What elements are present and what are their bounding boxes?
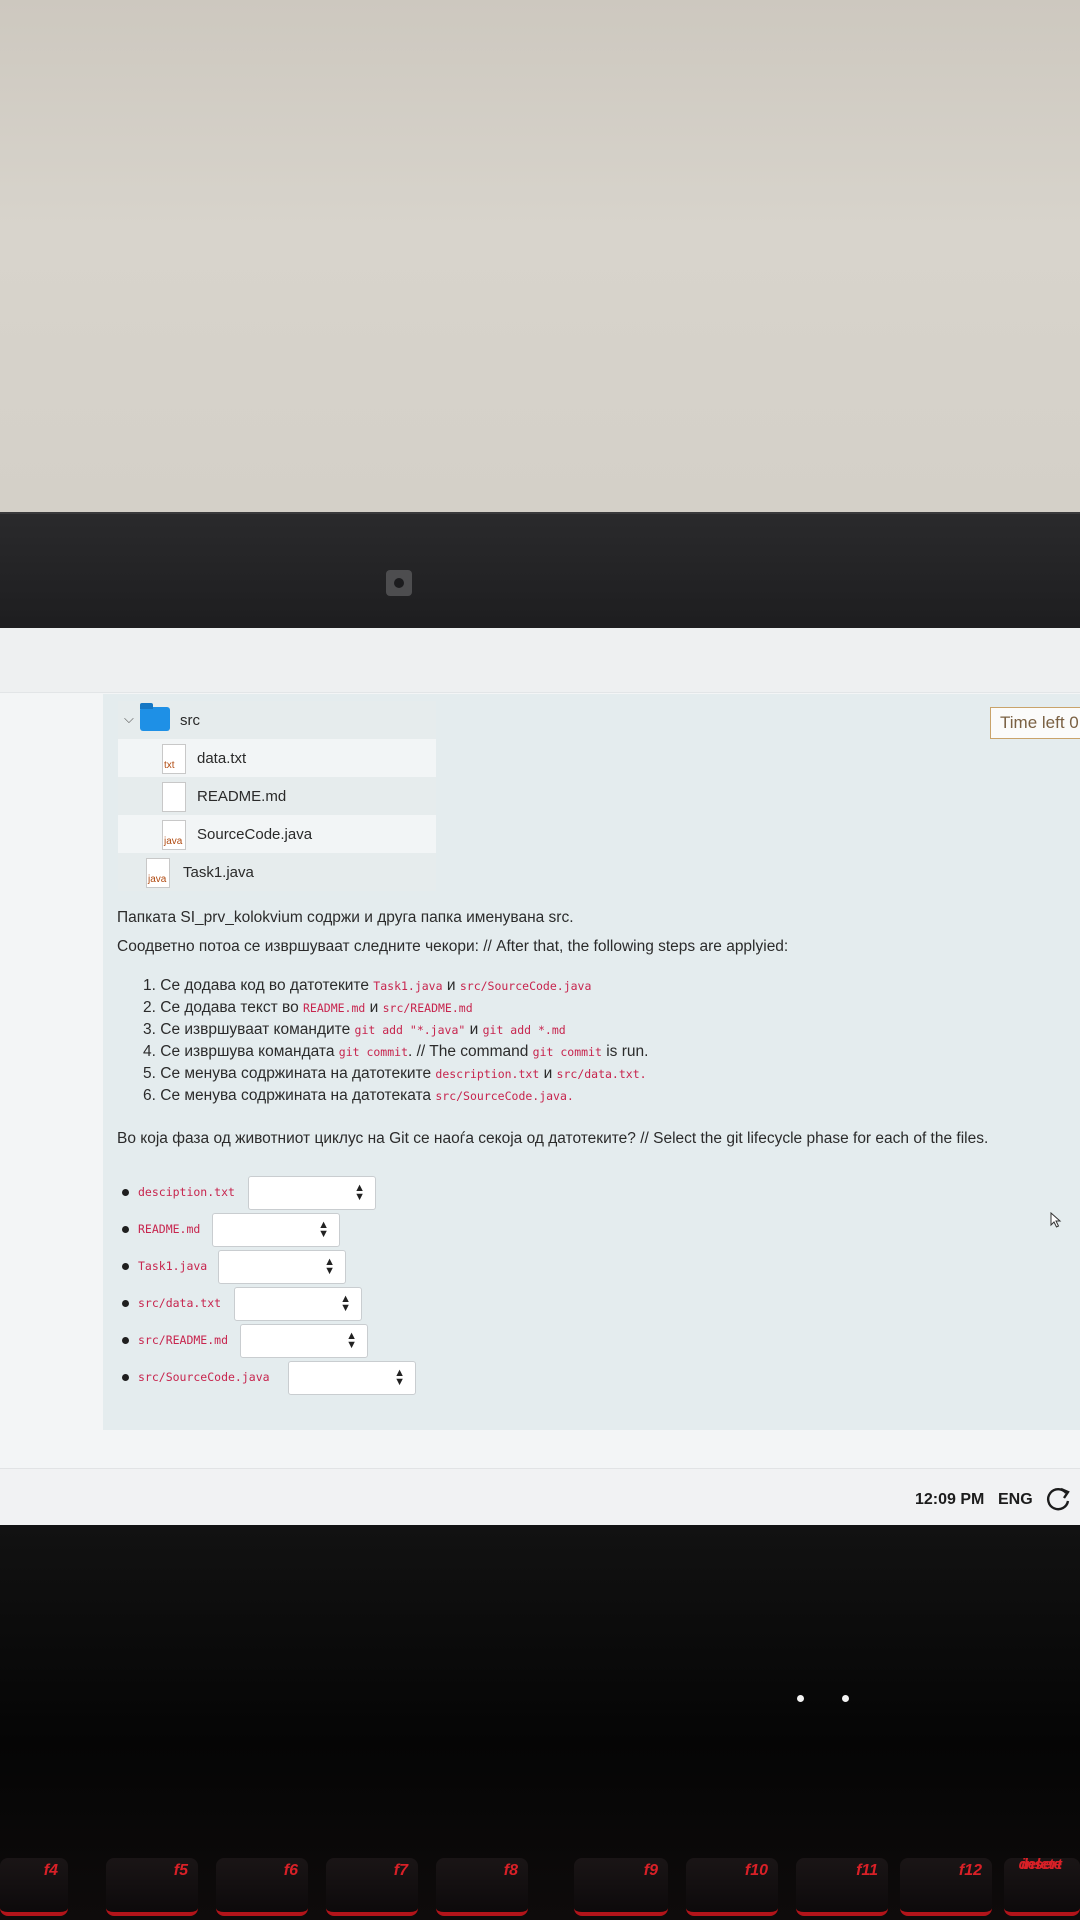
phase-select[interactable]: ▲ ▼ [218,1250,346,1284]
tree-folder-label: src [180,712,200,729]
wall-background [0,0,1080,515]
select-caret-icon: ▲ ▼ [318,1219,329,1240]
key-f7[interactable]: f7 [326,1858,418,1916]
key-f6[interactable]: f6 [216,1858,308,1916]
status-led [797,1695,804,1702]
key-f11[interactable]: f11 [796,1858,888,1916]
select-caret-icon: ▲ ▼ [346,1330,357,1351]
refresh-icon[interactable] [1044,1485,1072,1513]
phase-select[interactable]: ▲ ▼ [212,1213,340,1247]
intro-line-1: Папката SI_prv_kolokvium содржи и друга … [117,909,574,926]
key-f9[interactable]: f9 [574,1858,668,1916]
file-tree: ⌵ src txt data.txt README.md java Source… [118,701,436,891]
select-caret-icon: ▲ ▼ [354,1182,365,1203]
tree-file-label: README.md [197,788,287,805]
tree-file-data-txt[interactable]: txt data.txt [118,739,436,777]
file-icon [162,782,186,812]
taskbar: 12:09 PM ENG [0,1468,1080,1525]
bullet [122,1189,129,1196]
tree-folder-src[interactable]: ⌵ src [118,701,436,739]
tree-file-label: data.txt [197,750,247,767]
steps-list: 1. Се додава код во датотеките Task1.jav… [143,975,1017,1107]
time-left-box: Time left 0:0 [990,707,1080,739]
step-item: 2. Се додава текст во README.md и src/RE… [143,999,473,1016]
key-f12[interactable]: f12 [900,1858,992,1916]
chevron-down-icon[interactable]: ⌵ [124,711,134,727]
bullet [122,1337,129,1344]
java-file-icon: java [162,820,186,850]
bullet [122,1226,129,1233]
select-caret-icon: ▲ ▼ [394,1367,405,1388]
key-f5[interactable]: f5 [106,1858,198,1916]
step-item: 3. Се извршуваат командите git add "*.ja… [143,1021,566,1038]
java-file-icon: java [146,858,170,888]
file-icon: txt [162,744,186,774]
question-text: Папката SI_prv_kolokvium содржи и друга … [117,908,1017,1165]
key-f4[interactable]: f4 [0,1858,68,1916]
answer-label: README.md [138,1222,201,1236]
intro-line-2: Соодветно потоа се извршуваат следните ч… [117,938,789,955]
tree-file-label: SourceCode.java [197,826,313,843]
laptop-bezel [0,512,1080,632]
phase-select[interactable]: ▲ ▼ [240,1324,368,1358]
key-f10[interactable]: f10 [686,1858,778,1916]
step-item: 5. Се менува содржината на датотеките de… [143,1065,647,1082]
tree-file-sourcecode[interactable]: java SourceCode.java [118,815,436,853]
tree-file-label: Task1.java [183,864,254,881]
answer-label: Task1.java [138,1259,208,1273]
step-item: 6. Се менува содржината на датотеката sr… [143,1087,574,1104]
taskbar-clock[interactable]: 12:09 PM [915,1491,984,1509]
step-item: 1. Се додава код во датотеките Task1.jav… [143,977,592,994]
phase-select[interactable]: ▲ ▼ [248,1176,376,1210]
bullet [122,1374,129,1381]
key-f8[interactable]: f8 [436,1858,528,1916]
status-led [842,1695,849,1702]
laptop-screen: Time left 0:0 ⌵ src txt data.txt README.… [0,628,1080,1525]
taskbar-language[interactable]: ENG [998,1491,1033,1509]
answer-label: src/data.txt [138,1296,222,1310]
key-delete[interactable]: delete insert [1004,1857,1080,1916]
select-caret-icon: ▲ ▼ [324,1256,335,1277]
folder-icon [140,703,170,731]
phase-select[interactable]: ▲ ▼ [234,1287,362,1321]
tree-file-task1[interactable]: java Task1.java [118,853,436,891]
answer-label: desciption.txt [138,1185,235,1199]
mouse-cursor-icon [1050,1212,1062,1228]
answer-label: src/SourceCode.java [138,1370,270,1384]
browser-top-band [0,628,1080,693]
phase-select[interactable]: ▲ ▼ [288,1361,416,1395]
step-item: 4. Се извршува командата git commit. // … [143,1043,649,1060]
select-caret-icon: ▲ ▼ [340,1293,351,1314]
webcam-icon [386,570,412,596]
question-prompt: Во која фаза од животниот циклус на Git … [117,1130,989,1147]
answer-label: src/README.md [138,1333,229,1347]
bullet [122,1263,129,1270]
tree-file-readme[interactable]: README.md [118,777,436,815]
bullet [122,1300,129,1307]
